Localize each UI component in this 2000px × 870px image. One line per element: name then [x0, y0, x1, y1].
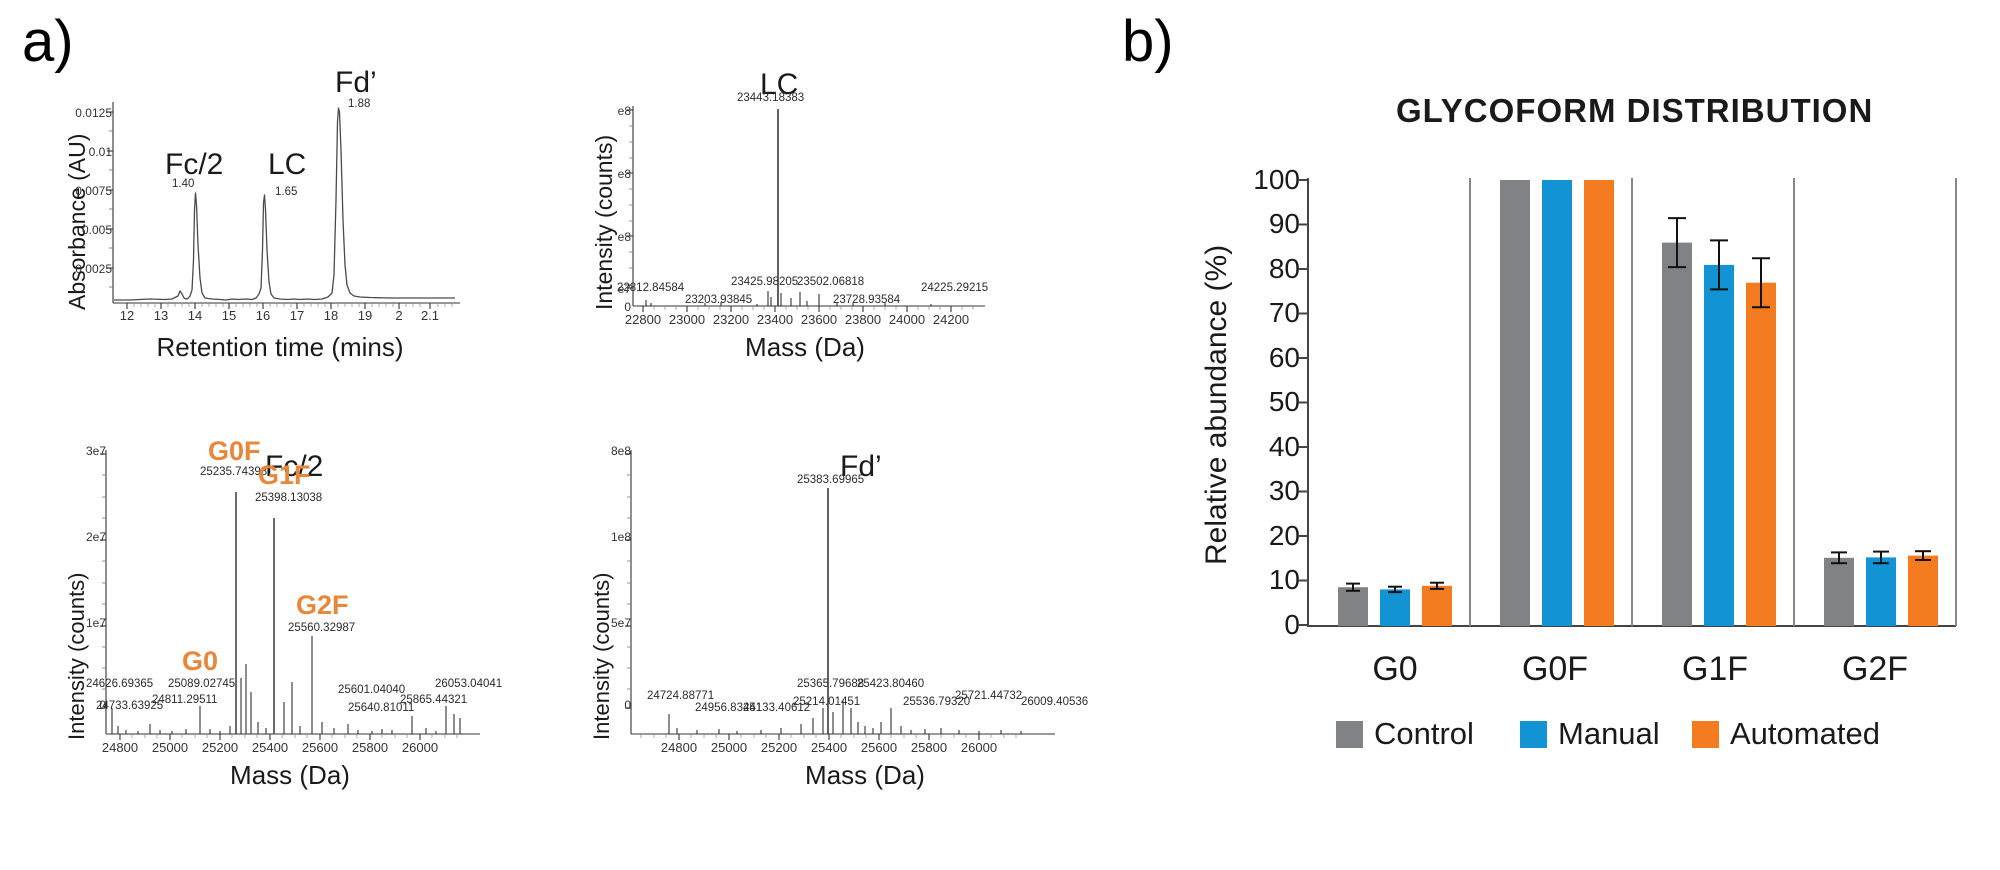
fd-spectrum-plot: [625, 450, 1055, 740]
lc-spectrum-panel: LC Intensity (counts) Mass (Da) e8 e8 e8…: [585, 60, 1015, 362]
bar-g2f-control: [1824, 557, 1854, 626]
bar-g2f-manual: [1866, 557, 1896, 626]
fc2-spectrum-plot: [100, 450, 480, 740]
legend-label-manual: Manual: [1558, 716, 1660, 751]
bar-g1f-automated: [1746, 282, 1776, 626]
legend-item-automated: Automated: [1692, 716, 1880, 752]
legend-swatch-control: [1336, 720, 1363, 748]
bar-g0f-manual: [1542, 180, 1572, 626]
chromatogram-plot: [107, 102, 460, 309]
panel-b-letter: b): [1122, 9, 1174, 74]
fc2-spectrum-panel: Fc/2 Intensity (counts) Mass (Da) 3e7 2e…: [60, 436, 502, 800]
fd-spectrum-panel: Fd’ Intensity (counts) Mass (Da) 8e8 1e8…: [585, 444, 1088, 800]
glycoform-distribution-chart: GLYCOFORM DISTRIBUTION Relative abundanc…: [1180, 60, 1980, 860]
bar-g0-control: [1338, 587, 1368, 626]
bar-g2f-automated: [1908, 555, 1938, 626]
chart-plot-area: [1298, 178, 1957, 627]
figure-root: a) Fc/2 LC Fd’ Absorbance (AU) Retention…: [0, 0, 2000, 870]
legend-label-control: Control: [1374, 716, 1474, 751]
legend-item-manual: Manual: [1520, 716, 1660, 752]
bar-g0f-control: [1500, 180, 1530, 626]
bar-g0f-automated: [1584, 180, 1614, 626]
bar-g1f-manual: [1704, 264, 1734, 626]
legend-label-automated: Automated: [1730, 716, 1880, 751]
chromatogram-panel: Fc/2 LC Fd’ Absorbance (AU) Retention ti…: [60, 60, 480, 362]
legend-swatch-manual: [1520, 720, 1547, 748]
legend-item-control: Control: [1336, 716, 1474, 752]
bar-g1f-control: [1662, 242, 1692, 626]
bar-g0-automated: [1422, 585, 1452, 626]
legend-swatch-automated: [1692, 720, 1719, 748]
bar-g0-manual: [1380, 589, 1410, 626]
lc-spectrum-plot: [627, 106, 985, 312]
